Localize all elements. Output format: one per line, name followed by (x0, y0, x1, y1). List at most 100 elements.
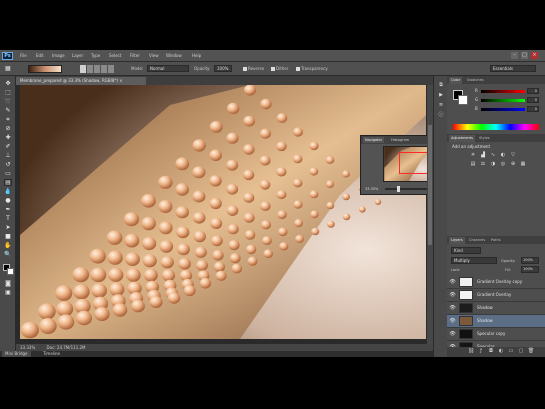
eyedropper-tool-icon[interactable]: ⊘ (4, 125, 12, 132)
workspace-select[interactable]: Essentials (490, 65, 536, 72)
screen-mode-icon[interactable]: ▣ (4, 289, 12, 296)
opacity-input[interactable]: 100% (214, 65, 232, 72)
blue-channel-slider[interactable] (481, 108, 525, 111)
photo-filter-icon[interactable]: ◎ (499, 161, 507, 168)
menu-type[interactable]: Type (89, 53, 102, 59)
diamond-gradient-button[interactable] (108, 65, 114, 73)
zoom-handle[interactable] (397, 186, 400, 192)
color-lookup-icon[interactable]: ▦ (519, 161, 527, 168)
tab-swatches[interactable]: Swatches (465, 77, 486, 84)
transparency-checkbox[interactable]: Transparency (296, 66, 328, 72)
curves-icon[interactable]: ∿ (489, 152, 497, 159)
move-tool-icon[interactable]: ✥ (4, 80, 12, 87)
reflected-gradient-button[interactable] (101, 65, 107, 73)
tab-channels[interactable]: Channels (467, 237, 487, 244)
zoom-level[interactable]: 33.33% (20, 345, 35, 350)
delete-layer-icon[interactable]: 🗑 (527, 348, 535, 355)
membrane-image[interactable] (20, 85, 426, 339)
layer-row[interactable]: 👁 Shadow (447, 302, 545, 315)
tab-mini-bridge[interactable]: Mini Bridge (2, 351, 31, 357)
history-brush-tool-icon[interactable]: ↺ (4, 161, 12, 168)
dither-check-box[interactable] (271, 67, 275, 71)
dither-checkbox[interactable]: Dither (271, 66, 288, 72)
navigator-view-frame[interactable] (399, 152, 429, 174)
marquee-tool-icon[interactable]: ⬚ (4, 89, 12, 96)
levels-icon[interactable]: ▟ (479, 152, 487, 159)
quick-mask-icon[interactable]: ◙ (4, 280, 12, 287)
new-layer-icon[interactable]: ▢ (517, 348, 525, 355)
vibrance-icon[interactable]: ▽ (509, 152, 517, 159)
menu-view[interactable]: View (147, 53, 161, 59)
tab-timeline[interactable]: Timeline (40, 351, 63, 357)
type-tool-icon[interactable]: T (4, 215, 12, 222)
menu-help[interactable]: Help (190, 53, 203, 59)
add-mask-icon[interactable]: ◘ (487, 348, 495, 355)
tab-navigator[interactable]: Navigator (363, 137, 385, 143)
blue-channel-value[interactable]: 0 (527, 106, 539, 112)
info-panel-icon[interactable]: ⓘ (437, 112, 445, 119)
pen-tool-icon[interactable]: ✒ (4, 206, 12, 213)
blur-tool-icon[interactable]: 💧 (4, 188, 12, 195)
new-group-icon[interactable]: ▭ (507, 348, 515, 355)
layer-row[interactable]: 👁 Gradient Overlay copy (447, 276, 545, 289)
quick-select-tool-icon[interactable]: ✎ (4, 107, 12, 114)
canvas-area[interactable]: Navigator Histogram 33.33% (16, 85, 433, 344)
hand-tool-icon[interactable]: ✋ (4, 242, 12, 249)
eye-icon[interactable]: 👁 (449, 305, 456, 312)
radial-gradient-button[interactable] (87, 65, 93, 73)
eraser-tool-icon[interactable]: ▭ (4, 170, 12, 177)
layer-filter-kind[interactable]: Kind (451, 247, 481, 254)
document-tab[interactable]: Membrane_prepared @ 33.3% (Shadow, RGB/8… (16, 77, 146, 85)
layer-row[interactable]: 👁 Specular copy (447, 328, 545, 341)
gradient-tool-icon[interactable]: ▦ (5, 65, 15, 73)
channel-mixer-icon[interactable]: ⊕ (509, 161, 517, 168)
angle-gradient-button[interactable] (94, 65, 100, 73)
clone-stamp-tool-icon[interactable]: ⊥ (4, 152, 12, 159)
dodge-tool-icon[interactable]: ● (4, 197, 12, 204)
green-channel-value[interactable]: 0 (527, 97, 539, 103)
crop-tool-icon[interactable]: ⌗ (4, 116, 12, 123)
background-color-swatch[interactable] (7, 268, 14, 275)
eye-icon[interactable]: 👁 (449, 318, 456, 325)
color-balance-icon[interactable]: ⚖ (479, 161, 487, 168)
properties-panel-icon[interactable]: ≡ (437, 102, 445, 109)
eye-icon[interactable]: 👁 (449, 292, 456, 299)
maximize-button[interactable]: □ (521, 52, 528, 59)
zoom-tool-icon[interactable]: 🔍 (4, 251, 12, 258)
history-panel-icon[interactable]: ⧉ (437, 82, 445, 89)
gradient-tool-active-icon[interactable]: ▤ (4, 179, 12, 186)
lasso-tool-icon[interactable]: ➰ (4, 98, 12, 105)
reverse-checkbox[interactable]: Reverse (243, 66, 264, 72)
color-background-swatch[interactable] (458, 95, 468, 105)
linear-gradient-button[interactable] (80, 65, 86, 73)
black-white-icon[interactable]: ◑ (489, 161, 497, 168)
tab-histogram[interactable]: Histogram (389, 137, 411, 143)
reverse-check-box[interactable] (243, 67, 247, 71)
menu-edit[interactable]: Edit (34, 53, 46, 59)
navigator-zoom-slider[interactable]: 33.33% (365, 186, 433, 192)
brightness-contrast-icon[interactable]: ☀ (469, 152, 477, 159)
color-spectrum-bar[interactable] (453, 124, 539, 130)
menu-layer[interactable]: Layer (70, 53, 85, 59)
exposure-icon[interactable]: ◐ (499, 152, 507, 159)
scrollbar-thumb[interactable] (428, 125, 432, 245)
menu-image[interactable]: Image (50, 53, 67, 59)
tab-color[interactable]: Color (449, 77, 463, 84)
tab-paths[interactable]: Paths (489, 237, 503, 244)
hue-saturation-icon[interactable]: ▤ (469, 161, 477, 168)
red-channel-slider[interactable] (481, 90, 525, 93)
path-select-tool-icon[interactable]: ➤ (4, 224, 12, 231)
close-button[interactable]: × (531, 52, 538, 59)
gradient-picker[interactable] (28, 65, 62, 73)
actions-panel-icon[interactable]: ▶ (437, 92, 445, 99)
menu-file[interactable]: File (18, 53, 29, 59)
tab-styles[interactable]: Styles (477, 135, 492, 142)
brush-tool-icon[interactable]: ✐ (4, 143, 12, 150)
tab-adjustments[interactable]: Adjustments (449, 135, 475, 142)
eye-icon[interactable]: 👁 (449, 279, 456, 286)
red-channel-value[interactable]: 0 (527, 88, 539, 94)
layer-opacity-input[interactable]: 100% (521, 257, 539, 264)
layer-blend-mode-select[interactable]: Multiply (451, 257, 497, 264)
tab-layers[interactable]: Layers (449, 237, 465, 244)
green-channel-slider[interactable] (481, 99, 525, 102)
